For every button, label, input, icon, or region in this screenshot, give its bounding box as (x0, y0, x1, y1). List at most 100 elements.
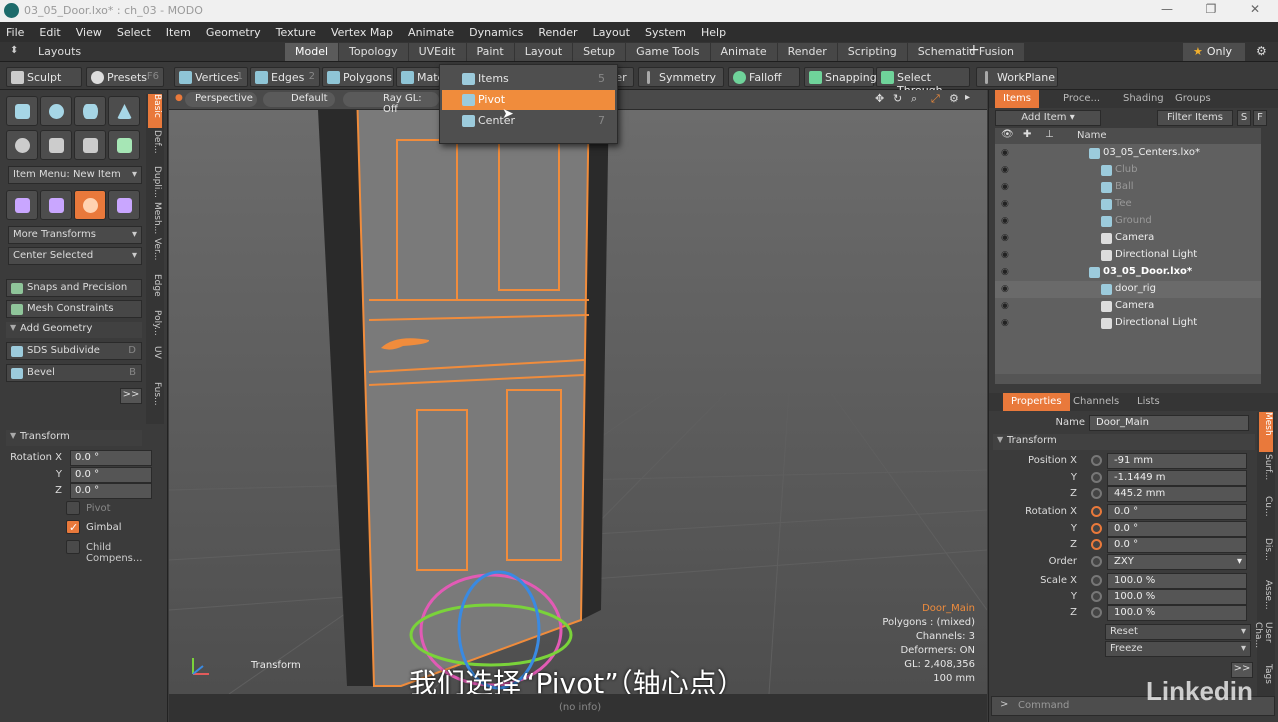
properties-transform-header[interactable]: ▼ Transform (993, 434, 1255, 450)
tree-row[interactable]: ◉ Club (995, 162, 1261, 179)
radio-icon[interactable] (1091, 472, 1102, 483)
radio-icon[interactable] (1091, 455, 1102, 466)
rotation-y-field[interactable]: 0.0 ° (1107, 521, 1247, 537)
tab-groups[interactable]: Groups (1167, 90, 1219, 108)
only-button[interactable]: ★ Only (1183, 43, 1245, 61)
popup-item-items[interactable]: Items 5 (442, 69, 615, 89)
scale-x-field[interactable]: 100.0 % (1107, 573, 1247, 589)
move-tool-button[interactable] (6, 190, 38, 220)
visibility-eye-icon[interactable]: ◉ (1001, 267, 1011, 277)
transform-tool-button[interactable] (74, 190, 106, 220)
tab-setup[interactable]: Setup (573, 43, 626, 61)
menu-system[interactable]: System (645, 26, 686, 39)
properties-vtab-4[interactable]: Asse... (1259, 580, 1273, 620)
tab-channels[interactable]: Channels (1065, 393, 1127, 411)
tab-layout[interactable]: Layout (514, 43, 573, 61)
raygl-dropdown[interactable]: Ray GL: Off (343, 92, 439, 115)
menu-item[interactable]: Item (166, 26, 191, 39)
visibility-eye-icon[interactable]: ◉ (1001, 216, 1011, 226)
visibility-eye-icon[interactable]: ◉ (1001, 250, 1011, 260)
radio-icon[interactable] (1091, 539, 1102, 550)
radio-icon[interactable] (1091, 556, 1102, 567)
vtab-3[interactable]: Mesh... (148, 202, 162, 236)
materials-mode-button[interactable]: Mate (396, 67, 444, 87)
more-transforms-dropdown[interactable]: More Transforms ▾ (8, 226, 142, 244)
reset-dropdown[interactable]: Reset ▾ (1105, 624, 1251, 640)
vtab-5[interactable]: Edge (148, 274, 162, 308)
radio-icon[interactable] (1091, 488, 1102, 499)
menu-file[interactable]: File (6, 26, 24, 39)
minimize-button[interactable]: — (1152, 2, 1182, 20)
style-dropdown[interactable]: Default (263, 92, 335, 107)
cone-primitive-button[interactable] (108, 96, 140, 126)
cube-primitive-button[interactable] (6, 96, 38, 126)
workplane-button[interactable]: WorkPlane (976, 67, 1058, 87)
tab-scripting[interactable]: Scripting (837, 43, 907, 61)
rotation-y-field[interactable]: 0.0 ° (70, 467, 152, 483)
tab-uvedit[interactable]: UVEdit (408, 43, 466, 61)
vtab-4[interactable]: Ver... (148, 238, 162, 272)
popup-item-center[interactable]: Center 7 (442, 111, 615, 131)
visibility-eye-icon[interactable]: ◉ (1001, 318, 1011, 328)
position-z-field[interactable]: 445.2 mm (1107, 486, 1247, 502)
falloff-button[interactable]: Falloff (728, 67, 800, 87)
polygons-mode-button[interactable]: Polygons (322, 67, 394, 87)
rotation-x-field[interactable]: 0.0 ° (1107, 504, 1247, 520)
visibility-eye-icon[interactable]: ◉ (1001, 233, 1011, 243)
door-main-mesh[interactable] (355, 90, 591, 687)
visibility-eye-icon[interactable]: ◉ (1001, 199, 1011, 209)
gimbal-checkbox[interactable]: ✓ Gimbal (66, 520, 122, 536)
add-layout-icon[interactable]: + (968, 42, 980, 58)
filter-items-button[interactable]: Filter Items (1157, 110, 1233, 126)
menu-select[interactable]: Select (117, 26, 151, 39)
properties-vtab-0[interactable]: Mesh (1259, 412, 1273, 452)
tree-row[interactable]: ◉ Directional Light (995, 247, 1261, 264)
tree-row[interactable]: ◉ Camera (995, 298, 1261, 315)
transform-section-header[interactable]: ▼ Transform (6, 430, 142, 446)
vtab-6[interactable]: Poly... (148, 310, 162, 344)
zoom-icon[interactable]: ⌕ (911, 92, 917, 106)
snaps-precision-button[interactable]: Snaps and Precision (6, 279, 142, 297)
menu-render[interactable]: Render (538, 26, 577, 39)
radio-icon[interactable] (1091, 575, 1102, 586)
layouts-toggle-icon[interactable]: ⬍ (10, 45, 18, 56)
symmetry-button[interactable]: Symmetry (638, 67, 724, 87)
sds-subdivide-button[interactable]: SDS Subdivide D (6, 342, 142, 360)
vtab-7[interactable]: UV (148, 346, 162, 380)
menu-help[interactable]: Help (701, 26, 726, 39)
tab-render[interactable]: Render (777, 43, 837, 61)
sculpt-button[interactable]: Sculpt (6, 67, 82, 87)
tab-proce[interactable]: Proce... (1055, 90, 1108, 108)
rotate-tool-button[interactable] (40, 190, 72, 220)
tree-row[interactable]: ◉ Ground (995, 213, 1261, 230)
menu-edit[interactable]: Edit (39, 26, 60, 39)
tab-items[interactable]: Items (995, 90, 1039, 108)
menu-texture[interactable]: Texture (276, 26, 316, 39)
tree-row[interactable]: ◉ Ball (995, 179, 1261, 196)
vtab-1[interactable]: Def... (148, 130, 162, 164)
more-tools-button[interactable]: >> (120, 388, 142, 404)
pivot-checkbox[interactable]: Pivot (66, 501, 111, 517)
close-button[interactable]: ✕ (1240, 2, 1270, 20)
properties-vtab-1[interactable]: Surf... (1259, 454, 1273, 494)
tree-row[interactable]: ◉ 03_05_Centers.lxo* (995, 145, 1261, 162)
tab-topology[interactable]: Topology (339, 43, 408, 61)
visibility-eye-icon[interactable]: ◉ (1001, 301, 1011, 311)
properties-vtab-3[interactable]: Dis... (1259, 538, 1273, 578)
menu-animate[interactable]: Animate (408, 26, 454, 39)
tab-properties[interactable]: Properties (1003, 393, 1070, 411)
capsule-primitive-button[interactable] (40, 130, 72, 160)
perspective-dropdown[interactable]: Perspective (185, 92, 257, 107)
tab-schematic-fusion[interactable]: Schematic Fusion (907, 43, 1025, 61)
bevel-button[interactable]: Bevel B (6, 364, 142, 382)
order-dropdown[interactable]: ZXY ▾ (1107, 554, 1247, 570)
freeze-dropdown[interactable]: Freeze ▾ (1105, 641, 1251, 657)
tab-lists[interactable]: Lists (1129, 393, 1168, 411)
vertices-mode-button[interactable]: Vertices 1 (174, 67, 248, 87)
torus-primitive-button[interactable] (6, 130, 38, 160)
menu-layout[interactable]: Layout (593, 26, 630, 39)
center-selected-dropdown[interactable]: Center Selected ▾ (8, 247, 142, 265)
tab-model[interactable]: Model (285, 43, 339, 61)
orbit-icon[interactable]: ↻ (893, 92, 902, 105)
visibility-eye-icon[interactable]: ◉ (1001, 165, 1011, 175)
